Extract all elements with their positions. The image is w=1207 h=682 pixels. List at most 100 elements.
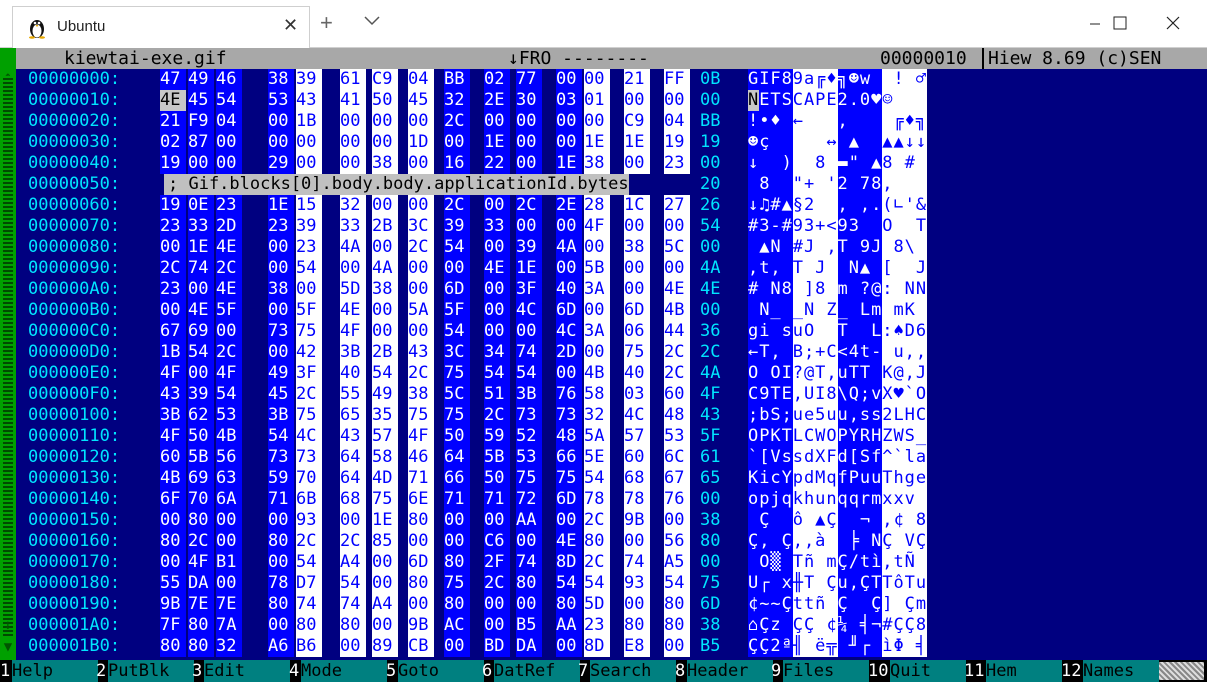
ascii-column[interactable]: GIF89a╔♦╗☻w ! ♂ (748, 69, 927, 90)
hex-byte[interactable]: 75 (700, 573, 726, 594)
ascii-column[interactable]: C9TE,UI8\Q;vX♥`O (748, 384, 927, 405)
hex-byte[interactable]: 46 (216, 69, 242, 90)
hex-byte[interactable]: 00 (268, 300, 294, 321)
hex-byte[interactable]: 32 (216, 636, 242, 657)
hex-byte[interactable]: 55 (340, 384, 366, 405)
hex-byte[interactable]: 6F (160, 489, 186, 510)
hex-byte[interactable]: 38 (700, 510, 726, 531)
hex-byte[interactable]: 64 (340, 468, 366, 489)
ascii-column[interactable]: ▲N #J ,T 9J 8\ (748, 237, 927, 258)
hex-byte[interactable]: 00 (484, 615, 510, 636)
hex-byte[interactable]: 02 (484, 69, 510, 90)
hex-byte[interactable]: 54 (444, 237, 470, 258)
tab-close-icon[interactable]: ✕ (283, 16, 298, 34)
hex-byte[interactable]: 42 (296, 342, 322, 363)
hex-byte[interactable]: 00 (664, 90, 690, 111)
hex-byte[interactable]: 2C (216, 258, 242, 279)
hex-byte[interactable]: 3C (444, 342, 470, 363)
hex-byte[interactable]: 00 (408, 321, 434, 342)
hex-byte[interactable]: 78 (584, 489, 610, 510)
ascii-column[interactable]: ⌂Çz ÇÇ ¢¼ ╡¬#ÇÇ8 (748, 615, 927, 636)
hex-byte[interactable]: 00 (700, 489, 726, 510)
hex-byte[interactable]: 58 (584, 384, 610, 405)
hex-byte[interactable]: 00 (664, 510, 690, 531)
hex-byte[interactable]: 7A (216, 615, 242, 636)
hex-byte[interactable]: 2E (556, 195, 582, 216)
hex-byte[interactable]: E8 (624, 636, 650, 657)
hex-byte[interactable]: 80 (700, 531, 726, 552)
hex-byte[interactable]: 48 (664, 405, 690, 426)
hex-byte[interactable]: 4A (700, 363, 726, 384)
hex-byte[interactable]: 2C (700, 342, 726, 363)
hex-byte[interactable]: 21 (624, 69, 650, 90)
hex-byte[interactable]: 40 (340, 363, 366, 384)
hex-byte[interactable]: 68 (340, 489, 366, 510)
fkey-files[interactable]: 9 Files (771, 660, 869, 682)
hex-byte[interactable]: 00 (516, 594, 542, 615)
hex-byte[interactable]: 2D (556, 342, 582, 363)
hex-byte[interactable]: 5A (408, 300, 434, 321)
hex-byte[interactable]: 00 (268, 111, 294, 132)
hex-byte[interactable]: 00 (700, 237, 726, 258)
hex-byte[interactable]: 80 (516, 573, 542, 594)
hex-byte[interactable]: 80 (268, 594, 294, 615)
hex-byte[interactable]: 1E (584, 132, 610, 153)
hex-byte[interactable]: 30 (516, 90, 542, 111)
fkey-putblk[interactable]: 2 PutBlk (96, 660, 194, 682)
hex-row[interactable]: 00000030: 02 87 00 00 00 00 00 1D 00 1E 00 00 1E 1E 19 1… (16, 132, 1207, 153)
hex-byte[interactable]: 80 (556, 594, 582, 615)
hex-byte[interactable]: 75 (296, 321, 322, 342)
hex-byte[interactable]: 00 (188, 279, 214, 300)
hex-byte[interactable]: 39 (516, 237, 542, 258)
hex-byte[interactable]: 00 (484, 111, 510, 132)
hex-byte[interactable]: 00 (340, 510, 366, 531)
hex-byte[interactable]: 6D (700, 594, 726, 615)
hex-row[interactable]: 000001A0: 7F 80 7A 00 80 80 00 9B AC 00 B5 AA 23 80 80 3… (16, 615, 1207, 636)
hex-row[interactable]: 00000160: 80 2C 00 80 2C 2C 85 00 00 C6 00 4E 80 00 56 8… (16, 531, 1207, 552)
hex-byte[interactable]: 00 (408, 279, 434, 300)
hex-byte[interactable]: B5 (700, 636, 726, 657)
scrollbar[interactable]: ↑ ↓ ▼ (0, 48, 16, 660)
hex-byte[interactable]: 67 (160, 321, 186, 342)
hex-byte[interactable]: 4E (216, 237, 242, 258)
hex-byte[interactable]: 7E (188, 594, 214, 615)
hex-byte[interactable]: 55 (160, 573, 186, 594)
hex-byte[interactable]: 00 (216, 153, 242, 174)
hex-row[interactable]: 00000180: 55 DA 00 78 D7 54 00 80 75 2C 80 54 54 93 54 7… (16, 573, 1207, 594)
hex-byte[interactable]: 21 (160, 111, 186, 132)
hex-byte[interactable]: 57 (372, 426, 398, 447)
hex-byte[interactable]: 6D (444, 279, 470, 300)
hex-byte[interactable]: 43 (408, 342, 434, 363)
hex-byte[interactable]: 5C (444, 384, 470, 405)
fkey-search[interactable]: 7 Search (578, 660, 676, 682)
hex-byte[interactable]: 5B (188, 447, 214, 468)
hex-byte[interactable]: 2C (584, 552, 610, 573)
hex-byte[interactable]: 00 (372, 321, 398, 342)
hex-byte[interactable]: 00 (584, 342, 610, 363)
hex-byte[interactable]: 80 (444, 552, 470, 573)
hex-byte[interactable]: 00 (216, 531, 242, 552)
hex-byte[interactable]: 00 (556, 69, 582, 90)
hex-byte[interactable]: 75 (444, 405, 470, 426)
hex-row[interactable]: 000000E0: 4F 00 4F 49 3F 40 54 2C 75 54 54 00 4B 40 2C 4… (16, 363, 1207, 384)
hex-byte[interactable]: 4E (700, 279, 726, 300)
hex-byte[interactable]: 00 (700, 90, 726, 111)
hex-byte[interactable]: 49 (188, 69, 214, 90)
ascii-column[interactable]: N_ _N Z_ Lm mK (748, 300, 927, 321)
hex-byte[interactable]: 75 (408, 405, 434, 426)
hex-byte[interactable]: 44 (664, 321, 690, 342)
hex-byte[interactable]: 00 (340, 111, 366, 132)
ascii-column[interactable]: opjqkhunqqrmxxv (748, 489, 927, 510)
hex-byte[interactable]: 50 (188, 426, 214, 447)
hex-byte[interactable]: 2C (160, 258, 186, 279)
fkey-names[interactable]: 12 Names (1061, 660, 1159, 682)
hex-byte[interactable]: 54 (216, 384, 242, 405)
hex-byte[interactable]: 80 (188, 615, 214, 636)
hex-byte[interactable]: 00 (584, 237, 610, 258)
ascii-column[interactable]: O OI?@T,uTT K@,J (748, 363, 927, 384)
hex-byte[interactable]: 00 (624, 90, 650, 111)
hex-byte[interactable]: 00 (556, 111, 582, 132)
hex-byte[interactable]: 5F (700, 426, 726, 447)
hex-byte[interactable]: 00 (216, 321, 242, 342)
hex-byte[interactable]: 54 (444, 321, 470, 342)
